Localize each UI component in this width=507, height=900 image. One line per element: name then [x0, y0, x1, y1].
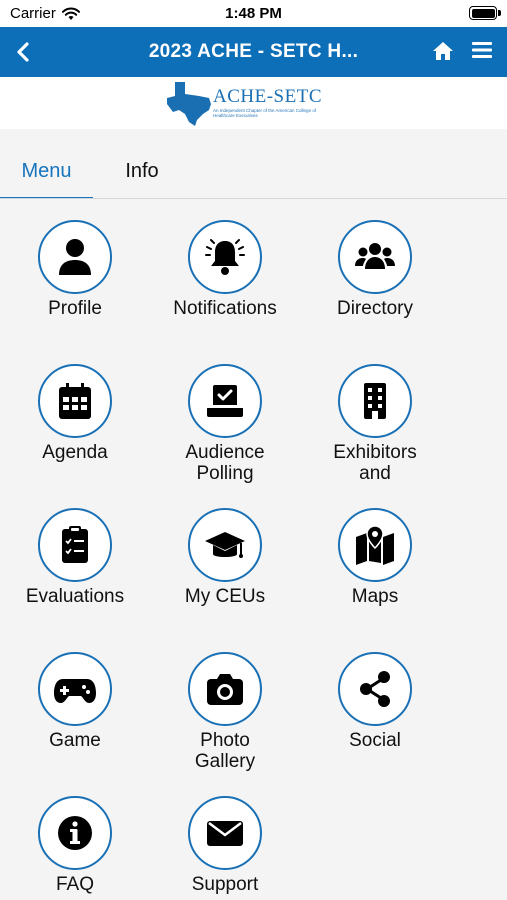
clipboard-icon: [62, 526, 88, 563]
support-circle: [188, 796, 262, 870]
battery-icon: [469, 6, 501, 20]
evaluations-tile[interactable]: Evaluations: [10, 508, 140, 607]
my-ceus-tile[interactable]: My CEUs: [160, 508, 290, 607]
ache-setc-logo: ACHE-SETC An Independent Chapter of the …: [165, 80, 330, 126]
tab-bar: Menu Info: [0, 148, 507, 200]
notifications-label: Notifications: [173, 298, 277, 319]
home-icon[interactable]: [431, 39, 455, 63]
faq-label: FAQ: [55, 874, 94, 895]
tab-info[interactable]: Info: [93, 148, 191, 198]
maps-label: Maps: [351, 586, 399, 607]
my-ceus-label: My CEUs: [184, 586, 266, 607]
photo-gallery-tile[interactable]: Photo Gallery: [160, 652, 290, 772]
evaluations-label: Evaluations: [25, 586, 125, 607]
directory-label: Directory: [336, 298, 413, 319]
audience-polling-tile[interactable]: Audience Polling: [160, 364, 290, 484]
logo-name: ACHE-SETC: [213, 86, 322, 107]
status-bar: Carrier 1:48 PM: [0, 0, 507, 27]
building-icon: [364, 383, 386, 419]
user-icon: [59, 239, 91, 275]
faq-circle: [38, 796, 112, 870]
directory-circle: [338, 220, 412, 294]
nav-bar: 2023 ACHE - SETC H...: [0, 27, 507, 77]
profile-tile[interactable]: Profile: [10, 220, 140, 319]
exhibitors-label: Exhibitors and: [333, 442, 417, 484]
bell-icon: [205, 239, 245, 275]
game-tile[interactable]: Game: [10, 652, 140, 751]
camera-icon: [207, 674, 243, 705]
exhibitors-tile[interactable]: Exhibitors and: [310, 364, 440, 484]
game-circle: [38, 652, 112, 726]
ballot-box-icon: [207, 385, 243, 417]
audience-polling-circle: [188, 364, 262, 438]
game-label: Game: [49, 730, 101, 751]
audience-polling-label: Audience Polling: [185, 442, 265, 484]
support-label: Support: [191, 874, 259, 895]
exhibitors-circle: [338, 364, 412, 438]
agenda-circle: [38, 364, 112, 438]
clock: 1:48 PM: [225, 5, 282, 22]
profile-label: Profile: [48, 298, 102, 319]
directory-tile[interactable]: Directory: [310, 220, 440, 319]
calendar-icon: [59, 383, 91, 419]
gamepad-icon: [54, 679, 96, 703]
logo-subtitle: An Independent Chapter of the American C…: [213, 108, 317, 118]
my-ceus-circle: [188, 508, 262, 582]
maps-tile[interactable]: Maps: [310, 508, 440, 607]
share-icon: [360, 671, 390, 707]
photo-gallery-circle: [188, 652, 262, 726]
faq-tile[interactable]: FAQ: [10, 796, 140, 895]
tab-menu[interactable]: Menu: [0, 148, 93, 199]
tab-divider: [0, 198, 507, 199]
agenda-label: Agenda: [42, 442, 108, 463]
hamburger-menu-icon[interactable]: [471, 39, 493, 61]
evaluations-circle: [38, 508, 112, 582]
info-icon: [58, 816, 92, 850]
social-circle: [338, 652, 412, 726]
agenda-tile[interactable]: Agenda: [10, 364, 140, 463]
graduation-cap-icon: [205, 532, 245, 558]
maps-circle: [338, 508, 412, 582]
social-label: Social: [349, 730, 401, 751]
envelope-icon: [207, 821, 243, 846]
notifications-circle: [188, 220, 262, 294]
users-icon: [355, 243, 395, 269]
logo-bar: ACHE-SETC An Independent Chapter of the …: [0, 77, 507, 129]
notifications-tile[interactable]: Notifications: [160, 220, 290, 319]
map-icon: [356, 525, 394, 565]
support-tile[interactable]: Support: [160, 796, 290, 895]
photo-gallery-label: Photo Gallery: [194, 730, 256, 772]
profile-circle: [38, 220, 112, 294]
social-tile[interactable]: Social: [310, 652, 440, 751]
